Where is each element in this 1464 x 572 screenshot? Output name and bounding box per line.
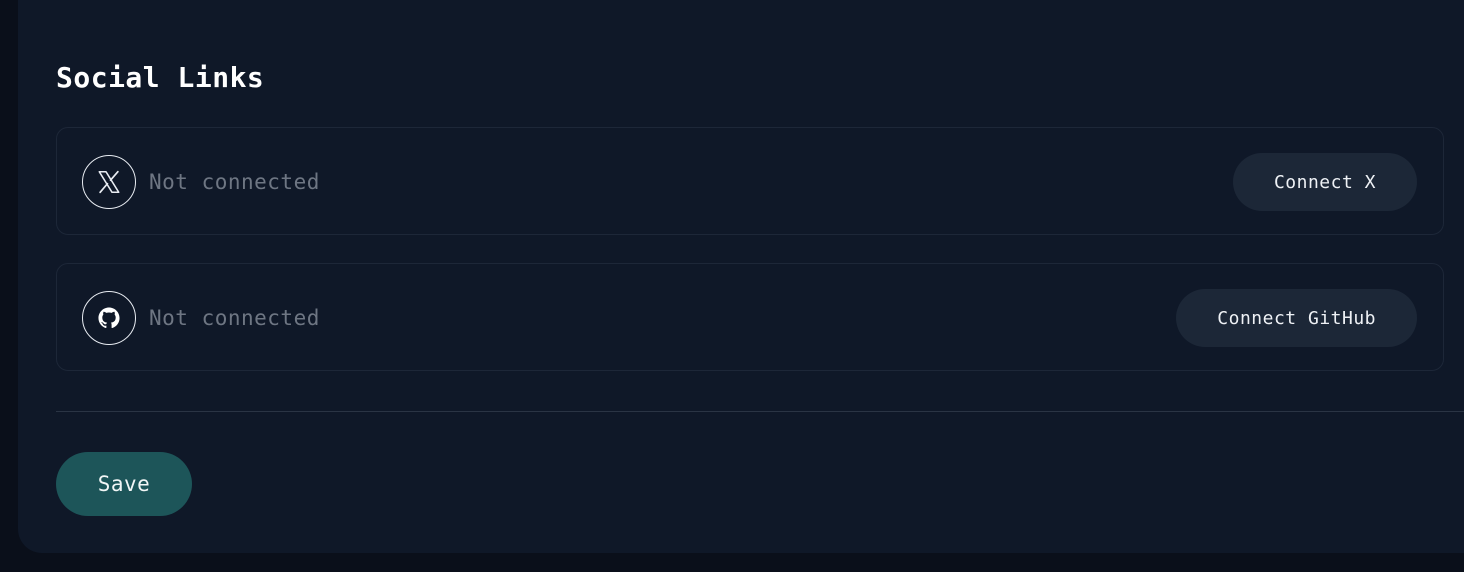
section-divider bbox=[56, 411, 1464, 412]
github-connection-status: Not connected bbox=[149, 306, 320, 330]
github-logo-icon bbox=[82, 291, 136, 345]
social-row-x: Not connected Connect X bbox=[56, 127, 1444, 235]
settings-panel: Social Links Not connected Connect X Not… bbox=[18, 0, 1464, 553]
connect-github-button[interactable]: Connect GitHub bbox=[1176, 289, 1417, 347]
connect-x-button[interactable]: Connect X bbox=[1232, 153, 1417, 211]
x-connection-status: Not connected bbox=[149, 170, 320, 194]
x-logo-icon bbox=[82, 155, 136, 209]
x-logo-glyph bbox=[98, 170, 120, 194]
page: Social Links Not connected Connect X Not… bbox=[0, 0, 1464, 572]
save-button[interactable]: Save bbox=[56, 452, 192, 516]
section-title: Social Links bbox=[56, 61, 265, 94]
github-logo-glyph bbox=[98, 307, 120, 329]
social-row-github: Not connected Connect GitHub bbox=[56, 263, 1444, 371]
